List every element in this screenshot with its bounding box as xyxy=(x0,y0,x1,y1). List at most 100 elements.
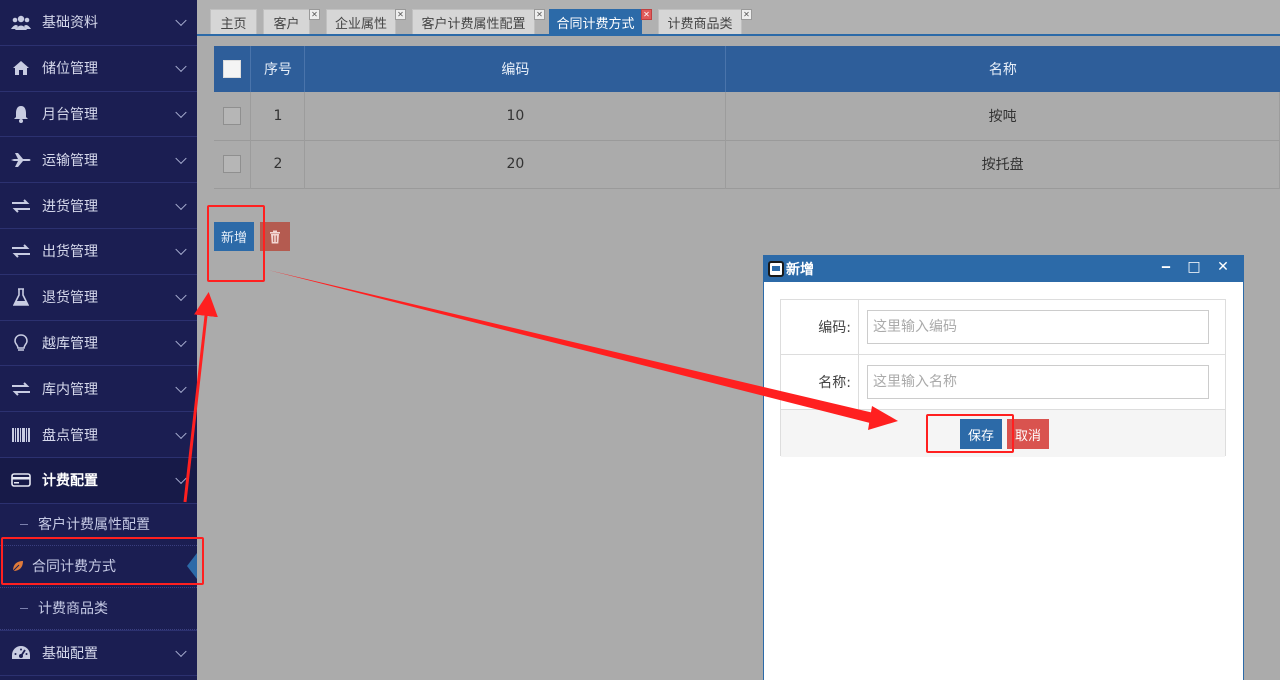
add-dialog: 新增 ‒ □ ✕ 编码: 名称: 保存 取消 xyxy=(763,255,1244,680)
row-index: 2 xyxy=(250,140,306,188)
minimize-icon[interactable]: ‒ xyxy=(1157,259,1175,275)
chevron-down-icon xyxy=(175,645,187,657)
chevron-down-icon xyxy=(175,289,187,302)
row-checkbox-cell xyxy=(214,92,252,140)
data-table-container: 序号 编码 名称 1 10 按吨 2 20 按托盘 xyxy=(214,46,1280,189)
column-header-code[interactable]: 编码 xyxy=(304,46,727,92)
sidebar-item-inbound[interactable]: 进货管理 xyxy=(0,183,197,229)
sidebar-item-label: 越库管理 xyxy=(42,335,98,352)
code-label: 编码: xyxy=(781,300,859,354)
tree-line xyxy=(20,523,28,525)
sidebar-subitem-billing-goods[interactable]: 计费商品类 xyxy=(0,588,197,630)
tab-label: 企业属性 xyxy=(334,16,387,32)
tree-line xyxy=(20,607,28,609)
name-input[interactable] xyxy=(867,365,1209,399)
chevron-down-icon xyxy=(175,473,187,485)
dialog-title: 新增 xyxy=(786,262,814,278)
users-icon xyxy=(10,12,32,32)
plane-icon xyxy=(10,150,32,170)
annotation-box-add xyxy=(207,205,265,282)
close-icon[interactable]: ✕ xyxy=(534,9,545,20)
tab-label: 客户计费属性配置 xyxy=(421,16,526,32)
lightbulb-icon xyxy=(10,333,32,353)
sidebar-item-inventory[interactable]: 盘点管理 xyxy=(0,412,197,458)
chevron-down-icon xyxy=(175,244,187,256)
tab-billing-goods[interactable]: 计费商品类 ✕ xyxy=(658,9,752,34)
row-checkbox[interactable] xyxy=(223,155,242,173)
name-label: 名称: xyxy=(781,355,859,409)
exchange-icon xyxy=(10,196,32,216)
form-row-code: 编码: xyxy=(781,300,1225,355)
sidebar-item-label: 月台管理 xyxy=(42,106,98,123)
tab-home[interactable]: 主页 xyxy=(210,9,257,34)
home-icon xyxy=(10,58,32,78)
sidebar-item-basic-data[interactable]: 基础资料 xyxy=(0,0,197,46)
chevron-down-icon xyxy=(175,381,187,393)
flask-icon xyxy=(10,287,32,307)
sidebar-item-storage[interactable]: 储位管理 xyxy=(0,46,197,92)
code-input[interactable] xyxy=(867,310,1209,344)
dialog-titlebar[interactable]: 新增 ‒ □ ✕ xyxy=(764,256,1243,282)
chevron-down-icon xyxy=(175,198,187,210)
sidebar-item-label: 出货管理 xyxy=(42,244,98,261)
close-icon[interactable]: ✕ xyxy=(1214,259,1232,275)
row-name: 按托盘 xyxy=(725,140,1280,188)
sidebar-item-label: 盘点管理 xyxy=(42,427,98,444)
sidebar-item-label: 计费配置 xyxy=(42,473,98,490)
row-code: 10 xyxy=(304,92,727,140)
app-icon xyxy=(768,261,784,277)
tab-label: 计费商品类 xyxy=(667,16,733,32)
chevron-down-icon xyxy=(175,335,187,348)
tab-label: 合同计费方式 xyxy=(556,16,635,32)
exchange-icon xyxy=(10,241,32,261)
chevron-down-icon xyxy=(175,15,187,27)
sidebar-item-returns[interactable]: 退货管理 xyxy=(0,275,197,321)
sidebar-item-outbound[interactable]: 出货管理 xyxy=(0,229,197,275)
close-icon[interactable]: ✕ xyxy=(641,9,652,20)
name-field-cell xyxy=(859,355,1225,409)
chevron-down-icon xyxy=(175,106,187,119)
dashboard-icon xyxy=(10,643,32,663)
tab-contract-billing[interactable]: 合同计费方式 ✕ xyxy=(549,9,652,34)
tab-bar: 主页 客户 ✕ 企业属性 ✕ 客户计费属性配置 ✕ 合同计费方式 ✕ 计费商品类… xyxy=(197,0,1280,36)
sidebar-item-transport[interactable]: 运输管理 xyxy=(0,137,197,184)
row-checkbox-cell xyxy=(214,140,252,188)
barcode-icon xyxy=(10,425,32,445)
close-icon[interactable]: ✕ xyxy=(741,9,752,20)
table-row[interactable]: 1 10 按吨 xyxy=(214,92,1280,140)
sidebar-item-label: 储位管理 xyxy=(42,61,98,78)
row-name: 按吨 xyxy=(725,92,1280,140)
chevron-down-icon xyxy=(175,427,187,439)
sidebar-item-billing-config[interactable]: 计费配置 xyxy=(0,457,197,504)
bell-icon xyxy=(10,104,32,124)
select-all-checkbox[interactable] xyxy=(223,60,242,78)
sidebar-item-basic-config[interactable]: 基础配置 xyxy=(0,629,197,676)
trash-icon xyxy=(270,230,280,243)
data-table: 序号 编码 名称 1 10 按吨 2 20 按托盘 xyxy=(214,46,1280,189)
sidebar-item-label: 退货管理 xyxy=(42,290,98,307)
maximize-icon[interactable]: □ xyxy=(1185,259,1203,275)
tab-enterprise-attr[interactable]: 企业属性 ✕ xyxy=(326,9,406,34)
sidebar-item-warehouse[interactable]: 库内管理 xyxy=(0,366,197,413)
tab-label: 客户 xyxy=(273,16,300,32)
tab-customer[interactable]: 客户 ✕ xyxy=(263,9,320,34)
close-icon[interactable]: ✕ xyxy=(309,9,320,20)
row-code: 20 xyxy=(304,140,727,188)
row-index: 1 xyxy=(250,92,306,140)
sidebar-subitem-label: 计费商品类 xyxy=(38,601,108,618)
form-row-name: 名称: xyxy=(781,355,1225,410)
row-checkbox[interactable] xyxy=(223,106,242,125)
sidebar-item-platform[interactable]: 月台管理 xyxy=(0,92,197,138)
sidebar-item-crossdock[interactable]: 越库管理 xyxy=(0,321,197,367)
close-icon[interactable]: ✕ xyxy=(395,9,406,20)
table-header-row: 序号 编码 名称 xyxy=(214,46,1280,92)
annotation-box-save xyxy=(926,414,1014,453)
column-header-index[interactable]: 序号 xyxy=(250,46,306,92)
tab-customer-billing-attr[interactable]: 客户计费属性配置 ✕ xyxy=(412,9,545,34)
exchange-icon xyxy=(10,379,32,399)
sidebar-item-label: 基础资料 xyxy=(42,15,98,32)
chevron-down-icon xyxy=(175,152,187,164)
table-row[interactable]: 2 20 按托盘 xyxy=(214,140,1280,188)
sidebar-item-label: 进货管理 xyxy=(42,198,98,215)
column-header-name[interactable]: 名称 xyxy=(726,46,1280,92)
